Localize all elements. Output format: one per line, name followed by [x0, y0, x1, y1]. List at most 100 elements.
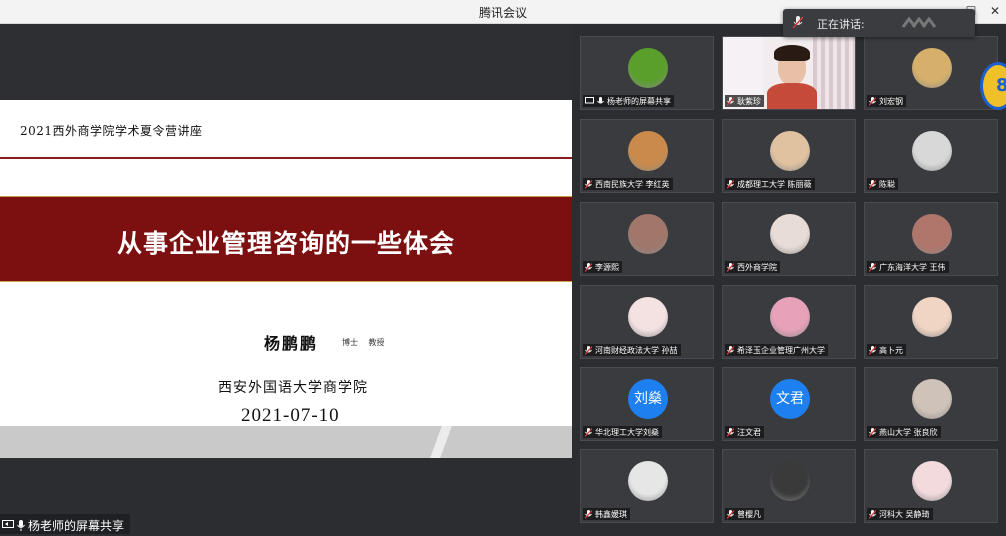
participant-name-bar: 耿紫珍	[725, 95, 764, 107]
muted-mic-icon	[585, 427, 592, 437]
slide-title-band: 从事企业管理咨询的一些体会	[0, 196, 572, 282]
screen-share-icon	[2, 520, 14, 528]
participant-tile[interactable]: 李源熙	[580, 202, 714, 276]
shared-screen[interactable]: 2021西外商学院学术夏令营讲座 从事企业管理咨询的一些体会 杨鹏鹏 博士 教授…	[0, 24, 572, 536]
participant-name: 西南民族大学 李红英	[595, 179, 670, 189]
participant-name-bar: 汪文君	[725, 426, 764, 438]
participant-tile[interactable]: 成都理工大学 陈丽薇	[722, 119, 856, 193]
participant-avatar	[912, 214, 952, 254]
badge-count: 8	[996, 75, 1006, 96]
participant-name: 陈聪	[879, 179, 895, 189]
participant-name: 华北理工大学刘燊	[595, 427, 659, 437]
participant-grid: 杨老师的屏幕共享 耿紫珍 刘宏钢西南民族大学 李红英 成都理工大学 陈丽薇 陈聪李源熙 西…	[572, 24, 1006, 536]
slide-top-margin	[0, 24, 572, 100]
screen-share-name: 杨老师的屏幕共享	[28, 518, 125, 533]
participant-tile[interactable]: 刘燊华北理工大学刘燊	[580, 367, 714, 441]
participant-tile[interactable]: 希泽玉企业管理广州大学	[722, 285, 856, 359]
participant-tile[interactable]: 陈聪	[864, 119, 998, 193]
participant-name-bar: 高卜元	[867, 344, 906, 356]
participant-name: 河科大 吴静琦	[879, 509, 930, 519]
muted-mic-icon	[793, 16, 803, 29]
participant-avatar	[628, 214, 668, 254]
participant-name: 耿紫珍	[737, 96, 761, 106]
participant-tile[interactable]: 河南财经政法大学 孙喆	[580, 285, 714, 359]
participant-avatar: 文君	[770, 379, 810, 419]
participant-name: 希泽玉企业管理广州大学	[737, 345, 825, 355]
participant-tile[interactable]: 曾樱凡	[722, 449, 856, 523]
meeting-window: 腾讯会议 — ☐ ✕ 2021西外商学院学术夏令营讲座 从事企业管理咨询的一些体…	[0, 0, 1006, 536]
participant-avatar	[628, 461, 668, 501]
screen-share-label: 杨老师的屏幕共享	[0, 514, 131, 534]
slide-footer	[0, 426, 572, 458]
slide-title: 从事企业管理咨询的一些体会	[116, 229, 455, 258]
muted-mic-icon	[727, 427, 734, 437]
participant-avatar	[912, 48, 952, 88]
participant-name-bar: 陈聪	[867, 178, 898, 190]
participant-avatar	[628, 131, 668, 171]
participant-name-bar: 李源熙	[583, 261, 622, 273]
participant-avatar: 刘燊	[628, 379, 668, 419]
participant-tile[interactable]: 燕山大学 张良欣	[864, 367, 998, 441]
muted-mic-icon	[727, 509, 734, 519]
muted-mic-icon	[727, 262, 734, 272]
slide-author-titles: 博士 教授	[342, 338, 385, 347]
participant-name: 李源熙	[595, 262, 619, 272]
participant-tile[interactable]: 韩鑫媛琪	[580, 449, 714, 523]
participant-tile[interactable]: 高卜元	[864, 285, 998, 359]
participant-name: 曾樱凡	[737, 509, 761, 519]
participant-name: 成都理工大学 陈丽薇	[737, 179, 812, 189]
muted-mic-icon	[869, 262, 876, 272]
participant-avatar	[912, 379, 952, 419]
slide-divider	[0, 157, 572, 159]
participant-tile[interactable]: 河科大 吴静琦	[864, 449, 998, 523]
participant-name-bar: 刘宏钢	[867, 95, 906, 107]
participant-avatar	[912, 131, 952, 171]
participant-name: 汪文君	[737, 427, 761, 437]
participant-avatar	[770, 214, 810, 254]
participant-name: 杨老师的屏幕共享	[607, 96, 671, 106]
slide-school: 西安外国语大学商学院	[218, 380, 368, 396]
mic-icon	[597, 96, 604, 103]
muted-mic-icon	[727, 179, 734, 189]
participant-name-bar: 杨老师的屏幕共享	[583, 95, 674, 107]
muted-mic-icon	[585, 345, 592, 355]
participant-name-bar: 曾樱凡	[725, 508, 764, 520]
muted-mic-icon	[869, 179, 876, 189]
participant-tile[interactable]: 广东海洋大学 王伟	[864, 202, 998, 276]
participant-name: 河南财经政法大学 孙喆	[595, 345, 678, 355]
muted-mic-icon	[585, 509, 592, 519]
participant-name: 韩鑫媛琪	[595, 509, 627, 519]
participant-avatar	[912, 297, 952, 337]
participant-name-bar: 西外商学院	[725, 261, 780, 273]
slide: 2021西外商学院学术夏令营讲座 从事企业管理咨询的一些体会 杨鹏鹏 博士 教授…	[0, 100, 572, 426]
participant-tile[interactable]: 耿紫珍	[722, 36, 856, 110]
participant-name-bar: 希泽玉企业管理广州大学	[725, 344, 828, 356]
participant-name: 燕山大学 张良欣	[879, 427, 938, 437]
participant-tile[interactable]: 西外商学院	[722, 202, 856, 276]
participant-avatar	[770, 131, 810, 171]
participant-name: 刘宏钢	[879, 96, 903, 106]
participant-tile[interactable]: 西南民族大学 李红英	[580, 119, 714, 193]
close-icon[interactable]: ✕	[986, 3, 1004, 19]
muted-mic-icon	[869, 427, 876, 437]
participant-name: 西外商学院	[737, 262, 777, 272]
participant-tile[interactable]: 刘宏钢	[864, 36, 998, 110]
slide-date: 2021-07-10	[241, 405, 340, 426]
participant-name-bar: 燕山大学 张良欣	[867, 426, 941, 438]
participant-name: 广东海洋大学 王伟	[879, 262, 946, 272]
participant-name: 高卜元	[879, 345, 903, 355]
speaking-indicator: 正在讲话:	[783, 9, 975, 37]
participant-avatar	[912, 461, 952, 501]
participant-avatar	[628, 48, 668, 88]
speaking-label: 正在讲话:	[817, 18, 865, 31]
participant-avatar	[770, 461, 810, 501]
participant-tile[interactable]: 文君 汪文君	[722, 367, 856, 441]
participant-name-bar: 河南财经政法大学 孙喆	[583, 344, 681, 356]
mic-icon	[17, 519, 25, 531]
participant-tile[interactable]: 杨老师的屏幕共享	[580, 36, 714, 110]
screen-share-icon	[585, 97, 594, 104]
muted-mic-icon	[869, 345, 876, 355]
muted-mic-icon	[727, 96, 734, 106]
participant-avatar	[628, 297, 668, 337]
slide-header: 2021西外商学院学术夏令营讲座	[20, 124, 203, 138]
